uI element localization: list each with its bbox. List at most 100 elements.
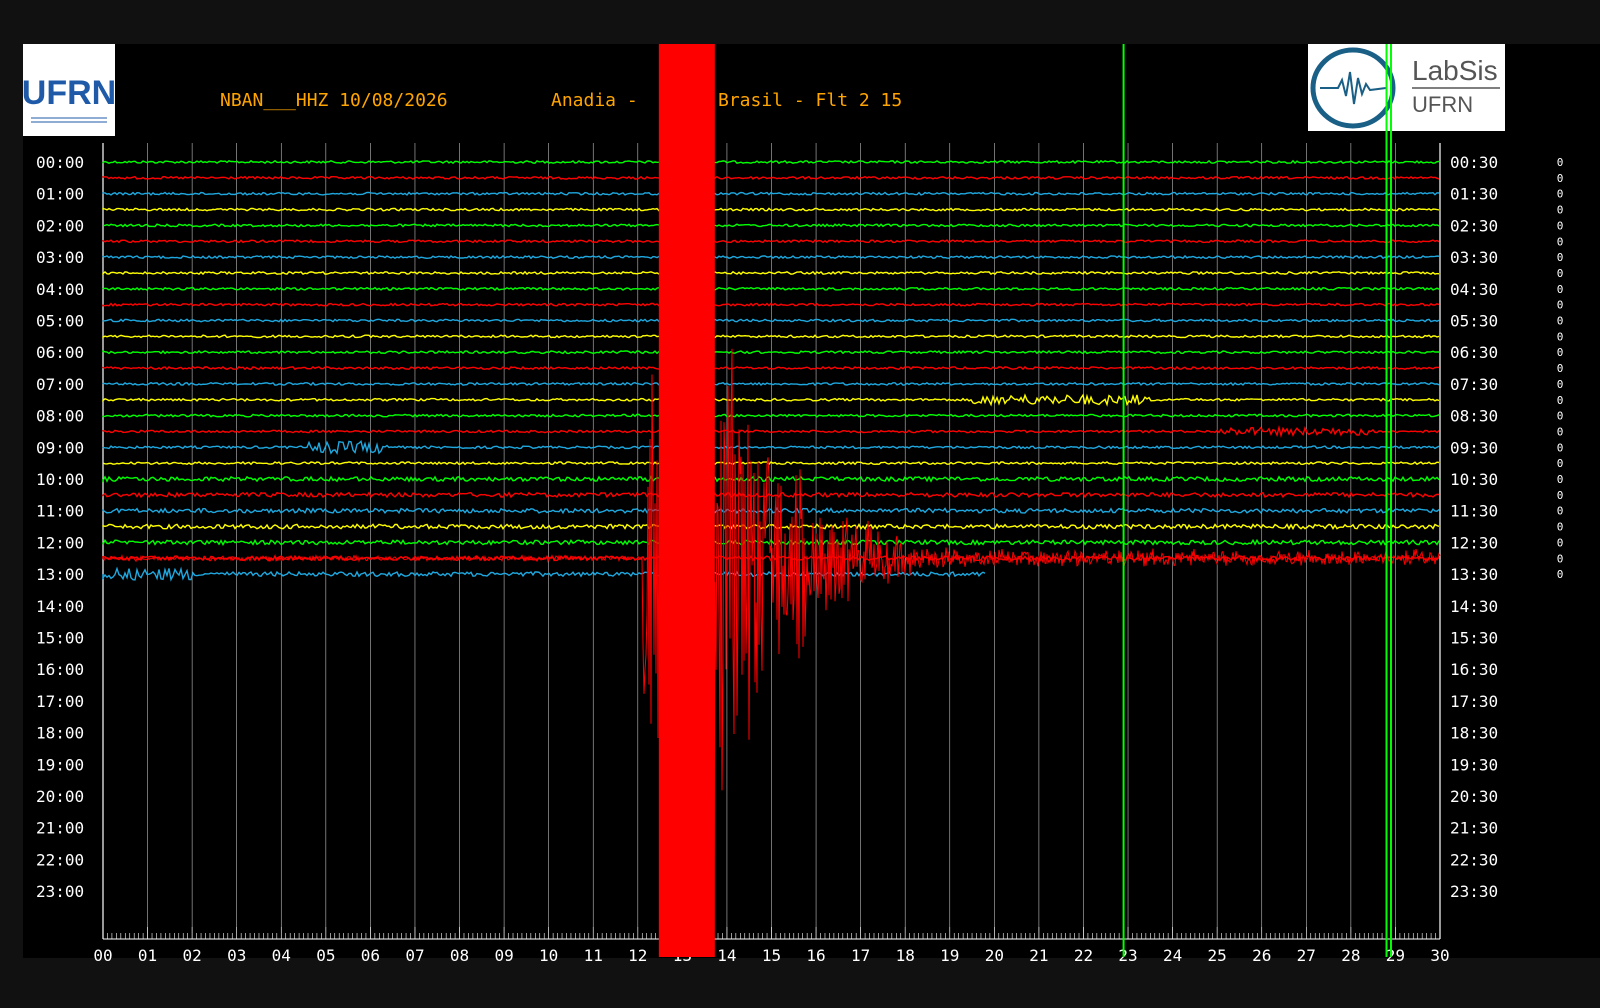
hour-label-left: 08:00	[36, 407, 84, 426]
hour-label-right: 03:30	[1450, 248, 1498, 267]
trace-marker: 0	[1557, 299, 1564, 312]
seismic-trace	[102, 254, 1440, 260]
hour-label-right: 20:30	[1450, 787, 1498, 806]
hour-label-left: 23:00	[36, 882, 84, 901]
hour-label-left: 16:00	[36, 660, 84, 679]
x-tick-label: 03	[227, 946, 246, 965]
hour-label-right: 18:30	[1450, 724, 1498, 743]
trace-marker: 0	[1557, 219, 1564, 232]
x-tick-label: 14	[717, 946, 736, 965]
x-tick-label: 28	[1341, 946, 1360, 965]
trace-marker: 0	[1557, 188, 1564, 201]
trace-marker: 0	[1557, 378, 1564, 391]
helicorder-plot: 0001020304050607080910111213141516171819…	[36, 44, 1564, 965]
x-tick-label: 05	[316, 946, 335, 965]
trace-marker: 0	[1557, 552, 1564, 565]
seismic-trace	[102, 270, 1440, 276]
trace-marker: 0	[1557, 172, 1564, 185]
x-tick-label: 30	[1430, 946, 1449, 965]
seismic-trace	[102, 393, 1440, 407]
hour-label-left: 11:00	[36, 502, 84, 521]
seismic-trace	[102, 507, 1440, 515]
x-tick-label: 23	[1118, 946, 1137, 965]
seismic-trace	[102, 302, 1440, 307]
trace-marker: 0	[1557, 362, 1564, 375]
hour-label-left: 19:00	[36, 755, 84, 774]
seismic-trace	[102, 334, 1440, 339]
seismic-trace	[102, 381, 1440, 387]
hour-label-left: 13:00	[36, 565, 84, 584]
seismic-trace	[102, 318, 1440, 323]
hour-label-right: 08:30	[1450, 407, 1498, 426]
seismic-trace	[102, 491, 1440, 499]
seismic-trace	[102, 413, 1440, 418]
seismic-trace	[102, 207, 1440, 212]
trace-marker: 0	[1557, 441, 1564, 454]
trace-marker: 0	[1557, 330, 1564, 343]
hour-label-left: 22:00	[36, 850, 84, 869]
hour-label-right: 23:30	[1450, 882, 1498, 901]
hour-label-left: 15:00	[36, 629, 84, 648]
hour-label-right: 04:30	[1450, 280, 1498, 299]
seismic-trace	[102, 191, 1440, 196]
x-tick-label: 10	[539, 946, 558, 965]
x-tick-label: 25	[1208, 946, 1227, 965]
hour-label-right: 21:30	[1450, 819, 1498, 838]
x-tick-label: 21	[1029, 946, 1048, 965]
seismic-trace	[102, 175, 1440, 180]
trace-marker: 0	[1557, 267, 1564, 280]
seismic-trace	[103, 223, 1440, 228]
seismic-trace	[102, 159, 1440, 165]
x-tick-label: 17	[851, 946, 870, 965]
hour-label-right: 01:30	[1450, 185, 1498, 204]
seismic-trace	[102, 350, 1439, 355]
seismic-trace	[102, 286, 1440, 291]
hour-label-right: 06:30	[1450, 343, 1498, 362]
seismic-trace	[102, 538, 1440, 547]
x-tick-label: 22	[1074, 946, 1093, 965]
x-tick-label: 15	[762, 946, 781, 965]
x-tick-label: 08	[450, 946, 469, 965]
x-tick-label: 24	[1163, 946, 1182, 965]
trace-marker: 0	[1557, 536, 1564, 549]
hour-label-right: 00:30	[1450, 153, 1498, 172]
hour-label-left: 18:00	[36, 724, 84, 743]
hour-label-right: 16:30	[1450, 660, 1498, 679]
x-tick-label: 18	[896, 946, 915, 965]
hour-label-right: 13:30	[1450, 565, 1498, 584]
trace-marker: 0	[1557, 521, 1564, 534]
hour-label-left: 17:00	[36, 692, 84, 711]
hour-label-right: 15:30	[1450, 629, 1498, 648]
trace-marker: 0	[1557, 473, 1564, 486]
x-tick-label: 07	[405, 946, 424, 965]
hour-label-left: 09:00	[36, 438, 84, 457]
hour-label-right: 05:30	[1450, 312, 1498, 331]
trace-marker: 0	[1557, 568, 1564, 581]
hour-label-right: 09:30	[1450, 438, 1498, 457]
hour-label-left: 14:00	[36, 597, 84, 616]
seismic-trace	[102, 365, 1440, 371]
hour-label-left: 04:00	[36, 280, 84, 299]
hour-label-left: 06:00	[36, 343, 84, 362]
trace-marker: 0	[1557, 394, 1564, 407]
trace-marker: 0	[1557, 283, 1564, 296]
hour-label-right: 17:30	[1450, 692, 1498, 711]
x-tick-label: 26	[1252, 946, 1271, 965]
trace-marker: 0	[1557, 204, 1564, 217]
seismic-trace	[102, 461, 1440, 466]
hour-label-left: 20:00	[36, 787, 84, 806]
trace-marker: 0	[1557, 315, 1564, 328]
seismic-trace	[102, 566, 986, 582]
hour-label-left: 00:00	[36, 153, 84, 172]
trace-marker: 0	[1557, 346, 1564, 359]
x-tick-label: 12	[628, 946, 647, 965]
x-tick-label: 16	[806, 946, 825, 965]
x-tick-label: 02	[183, 946, 202, 965]
trace-marker: 0	[1557, 410, 1564, 423]
trace-marker: 0	[1557, 425, 1564, 438]
trace-marker: 0	[1557, 251, 1564, 264]
hour-label-left: 07:00	[36, 375, 84, 394]
hour-label-right: 12:30	[1450, 533, 1498, 552]
hour-label-right: 07:30	[1450, 375, 1498, 394]
hour-label-left: 12:00	[36, 533, 84, 552]
